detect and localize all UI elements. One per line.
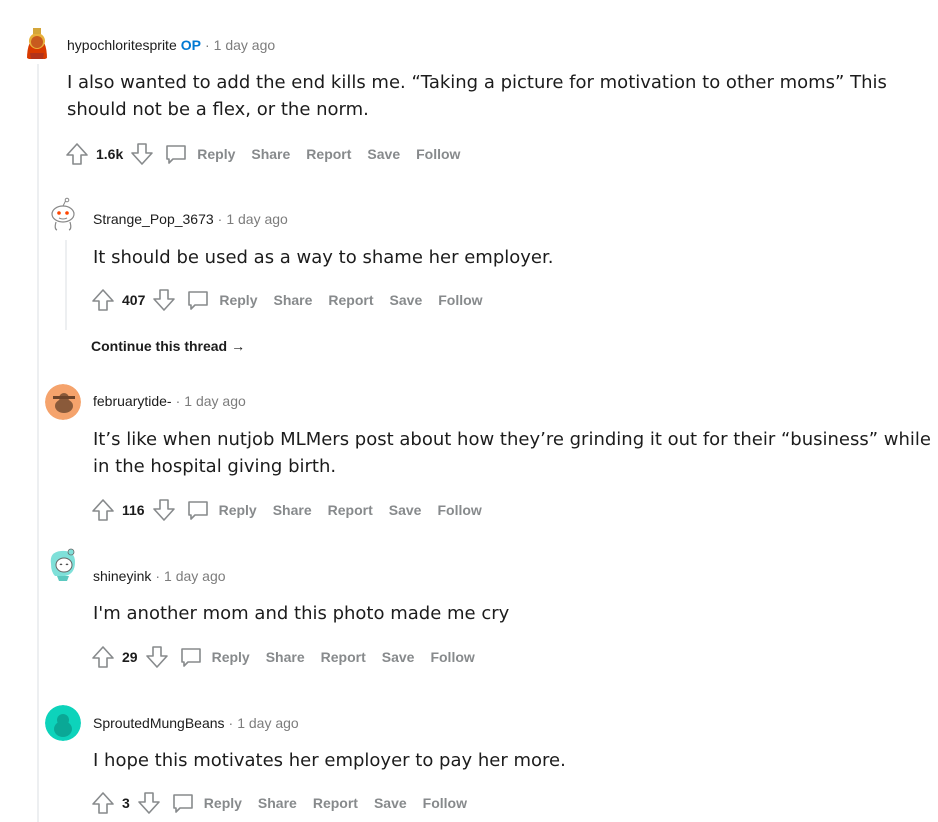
upvote-arrow-icon[interactable] xyxy=(64,141,90,167)
user-avatar[interactable] xyxy=(45,546,81,582)
meta-separator: · xyxy=(155,568,161,584)
username-link[interactable]: februarytide- xyxy=(93,393,172,409)
share-button[interactable]: Share xyxy=(251,146,290,162)
timestamp[interactable]: 1 day ago xyxy=(237,715,299,731)
comment-body: It should be used as a way to shame her … xyxy=(93,247,554,268)
reply-label: Reply xyxy=(197,146,236,162)
speech-bubble-icon xyxy=(170,790,196,816)
upvote-arrow-icon[interactable] xyxy=(90,287,116,313)
report-button[interactable]: Report xyxy=(313,795,358,811)
comment-body: It’s like when nutjob MLMers post about … xyxy=(93,429,931,477)
speech-bubble-icon xyxy=(163,141,189,167)
vote-score: 3 xyxy=(122,795,130,811)
comment-actions: 29 Reply Share Report Save Follow xyxy=(90,642,475,672)
user-avatar[interactable] xyxy=(45,384,81,420)
meta-separator: · xyxy=(228,715,234,731)
upvote-arrow-icon[interactable] xyxy=(90,644,116,670)
follow-button[interactable]: Follow xyxy=(437,502,481,518)
comment-actions: 407 Reply Share Report Save Follow xyxy=(90,285,483,315)
timestamp[interactable]: 1 day ago xyxy=(184,393,246,409)
upvote-arrow-icon[interactable] xyxy=(90,497,116,523)
user-avatar[interactable] xyxy=(45,196,81,232)
reply-label: Reply xyxy=(203,795,242,811)
share-button[interactable]: Share xyxy=(273,292,312,308)
comment-meta: februarytide- · 1 day ago xyxy=(93,393,246,409)
reply-button[interactable]: Reply xyxy=(185,497,257,523)
reply-button[interactable]: Reply xyxy=(185,287,257,313)
downvote-arrow-icon[interactable] xyxy=(136,790,162,816)
report-button[interactable]: Report xyxy=(328,292,373,308)
avatar-icon xyxy=(45,705,81,741)
downvote-arrow-icon[interactable] xyxy=(151,287,177,313)
save-button[interactable]: Save xyxy=(389,502,422,518)
thread-line[interactable] xyxy=(65,240,67,330)
vote-score: 407 xyxy=(122,292,146,308)
user-avatar[interactable] xyxy=(45,705,81,741)
reply-label: Reply xyxy=(218,502,257,518)
downvote-arrow-icon[interactable] xyxy=(144,644,170,670)
snoo-avatar-icon xyxy=(46,197,80,231)
share-button[interactable]: Share xyxy=(258,795,297,811)
continue-thread-link[interactable]: Continue this thread → xyxy=(91,338,245,354)
username-link[interactable]: hypochloritesprite xyxy=(67,37,177,53)
share-button[interactable]: Share xyxy=(266,649,305,665)
comment-body: I also wanted to add the end kills me. “… xyxy=(67,72,887,120)
follow-button[interactable]: Follow xyxy=(423,795,467,811)
report-button[interactable]: Report xyxy=(328,502,373,518)
timestamp[interactable]: 1 day ago xyxy=(214,37,276,53)
reply-button[interactable]: Reply xyxy=(170,790,242,816)
report-button[interactable]: Report xyxy=(321,649,366,665)
meta-separator: · xyxy=(217,211,223,227)
avatar-icon xyxy=(19,25,55,61)
username-link[interactable]: SproutedMungBeans xyxy=(93,715,225,731)
meta-separator: · xyxy=(204,37,210,53)
report-button[interactable]: Report xyxy=(306,146,351,162)
follow-button[interactable]: Follow xyxy=(416,146,460,162)
vote-score: 1.6k xyxy=(96,146,124,162)
continue-thread-label: Continue this thread xyxy=(91,338,228,354)
comment-actions: 3 Reply Share Report Save Follow xyxy=(90,788,467,818)
downvote-arrow-icon[interactable] xyxy=(129,141,155,167)
reply-label: Reply xyxy=(219,292,258,308)
follow-button[interactable]: Follow xyxy=(430,649,474,665)
comment-meta: hypochloritesprite OP · 1 day ago xyxy=(67,37,275,53)
reply-button[interactable]: Reply xyxy=(178,644,250,670)
comment-meta: Strange_Pop_3673 · 1 day ago xyxy=(93,211,288,227)
comment-body: I hope this motivates her employer to pa… xyxy=(93,750,566,771)
share-button[interactable]: Share xyxy=(273,502,312,518)
save-button[interactable]: Save xyxy=(382,649,415,665)
avatar-icon xyxy=(45,384,81,420)
avatar-icon xyxy=(45,546,81,582)
timestamp[interactable]: 1 day ago xyxy=(164,568,226,584)
op-badge: OP xyxy=(180,37,201,53)
vote-score: 29 xyxy=(122,649,138,665)
meta-separator: · xyxy=(175,393,181,409)
right-arrow-icon: → xyxy=(231,338,246,354)
comment-actions: 1.6k Reply Share Report Save Follow xyxy=(64,139,460,169)
follow-button[interactable]: Follow xyxy=(438,292,482,308)
comment-body: I'm another mom and this photo made me c… xyxy=(93,603,510,624)
reply-label: Reply xyxy=(211,649,250,665)
user-avatar[interactable] xyxy=(19,25,55,61)
comment-meta: SproutedMungBeans · 1 day ago xyxy=(93,715,299,731)
comment-meta: shineyink · 1 day ago xyxy=(93,568,226,584)
speech-bubble-icon xyxy=(185,287,211,313)
upvote-arrow-icon[interactable] xyxy=(90,790,116,816)
timestamp[interactable]: 1 day ago xyxy=(226,211,288,227)
username-link[interactable]: Strange_Pop_3673 xyxy=(93,211,214,227)
speech-bubble-icon xyxy=(178,644,204,670)
thread-line[interactable] xyxy=(37,64,39,822)
downvote-arrow-icon[interactable] xyxy=(151,497,177,523)
username-link[interactable]: shineyink xyxy=(93,568,151,584)
speech-bubble-icon xyxy=(185,497,211,523)
comment-actions: 116 Reply Share Report Save Follow xyxy=(90,495,482,525)
save-button[interactable]: Save xyxy=(390,292,423,308)
save-button[interactable]: Save xyxy=(367,146,400,162)
save-button[interactable]: Save xyxy=(374,795,407,811)
vote-score: 116 xyxy=(122,502,145,518)
reply-button[interactable]: Reply xyxy=(163,141,235,167)
